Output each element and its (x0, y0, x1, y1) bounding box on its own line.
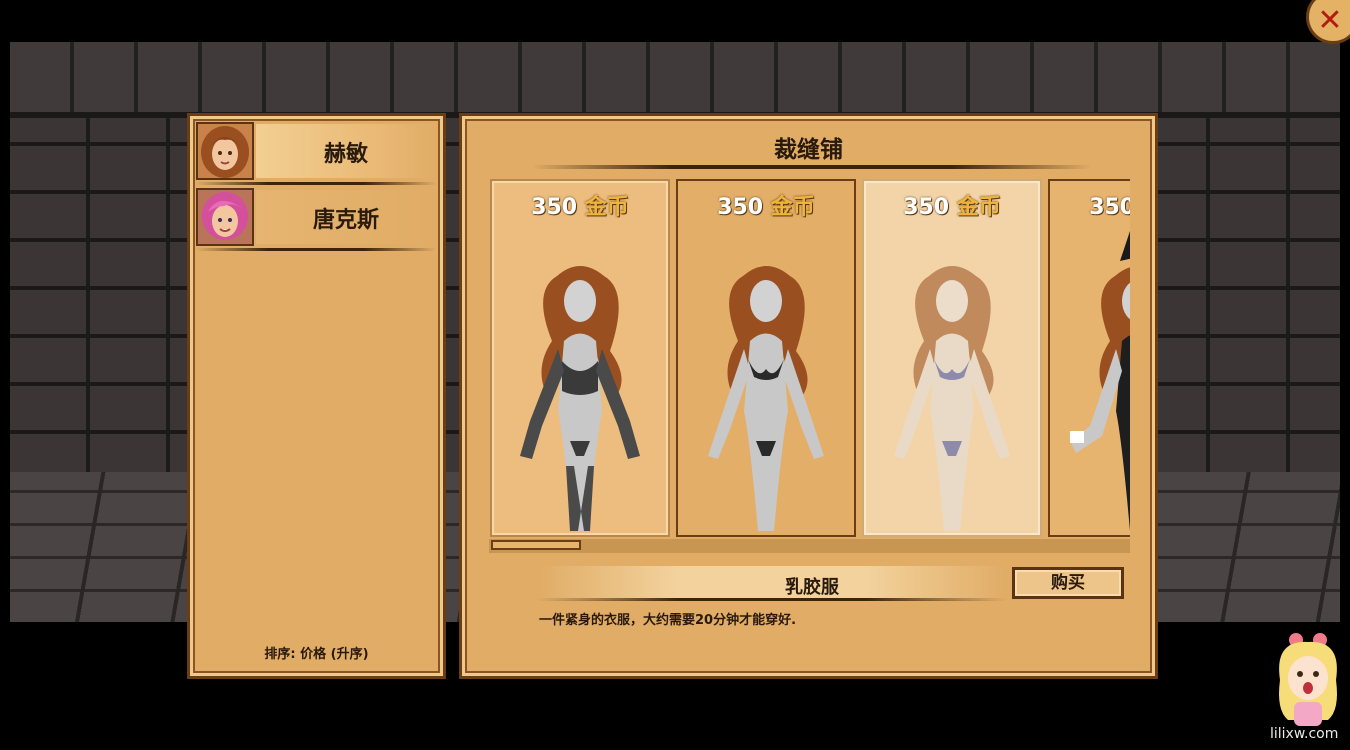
watermark-text: lilixw.com (1270, 726, 1339, 742)
outfit-carousel: 350 金币 350 金币 350 金币 350 (489, 179, 1130, 539)
outfit-card[interactable]: 350 金币 (676, 179, 856, 537)
character-name: 赫敏 (323, 142, 368, 167)
character-name-bar: 唐克斯 (256, 190, 438, 244)
outfit-card[interactable]: 350 金币 (490, 179, 670, 537)
item-price: 350 金币 (717, 195, 815, 220)
selected-item-name: 乳胶服 (785, 577, 839, 598)
outfit-card[interactable]: 350 金币 (862, 179, 1042, 537)
item-price: 350 金币 (1089, 195, 1130, 220)
sort-order-button[interactable]: 排序: 价格 (升序) (190, 643, 443, 662)
tonks-portrait (196, 188, 254, 246)
mascot-logo (1268, 630, 1348, 730)
item-price: 350 金币 (531, 195, 629, 220)
outfit-preview (894, 266, 1010, 531)
outfit-preview (520, 266, 640, 531)
hermione-portrait (196, 122, 254, 180)
item-price: 350 金币 (903, 195, 1001, 220)
character-panel: 赫敏 唐克斯 排序: 价格 (升序) (187, 113, 446, 679)
outfit-preview (1070, 231, 1130, 531)
character-row-hermione[interactable]: 赫敏 (196, 122, 440, 185)
tailor-shop-panel: 裁缝铺 350 金币 350 金币 350 金币 350 乳胶服 购买 一件紧身… (459, 113, 1158, 679)
carousel-scrollbar[interactable] (489, 539, 1130, 553)
item-description: 一件紧身的衣服，大约需要20分钟才能穿好. (539, 613, 797, 628)
character-row-tonks[interactable]: 唐克斯 (196, 188, 440, 251)
outfit-card[interactable]: 350 金币 (1048, 179, 1130, 537)
scrollbar-thumb[interactable] (491, 540, 581, 550)
buy-button[interactable]: 购买 (1012, 567, 1124, 599)
outfit-preview (708, 266, 824, 531)
close-button[interactable]: ✕ (1306, 0, 1350, 44)
character-name-bar: 赫敏 (256, 124, 438, 178)
close-icon: ✕ (1317, 2, 1343, 38)
character-name: 唐克斯 (312, 208, 379, 233)
shop-title: 裁缝铺 (774, 137, 843, 163)
